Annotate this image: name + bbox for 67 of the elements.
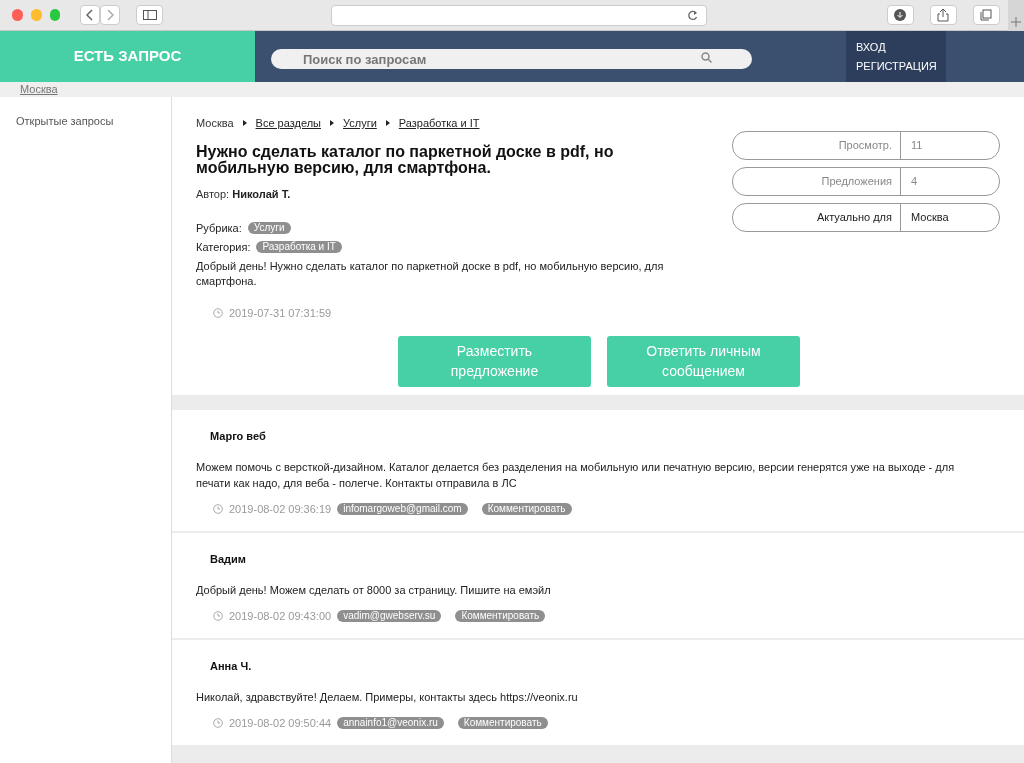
response-date: 2019-08-02 09:43:00	[229, 608, 332, 624]
request-date: 2019-07-31 07:31:59	[229, 306, 332, 321]
caret-icon	[330, 120, 334, 127]
author-name: Николай Т.	[232, 187, 291, 200]
email-tag[interactable]: vadim@gwebserv.su	[337, 609, 442, 622]
rubric-tag[interactable]: Услуги	[247, 222, 291, 235]
minimize-window-icon[interactable]	[30, 9, 42, 21]
email-tag[interactable]: infomargoweb@gmail.com	[337, 502, 468, 515]
chevron-left-icon	[86, 9, 95, 21]
category-label: Категория:	[196, 239, 251, 255]
reload-icon[interactable]	[686, 9, 698, 21]
clock-icon	[213, 717, 223, 728]
share-button[interactable]	[929, 5, 957, 25]
sidebar-item[interactable]: Открытые запросы	[16, 113, 171, 130]
back-button[interactable]	[80, 5, 101, 25]
response-text: Добрый день! Можем сделать от 8000 за страницу. Пишите на емэйл	[196, 582, 552, 598]
stat-value: Москва	[911, 210, 949, 226]
rubric-label: Рубрика:	[196, 221, 242, 236]
breadcrumb-link[interactable]: Разработка и IT	[398, 115, 480, 132]
action-button[interactable]: Разместить предложение	[398, 335, 591, 387]
search-icon[interactable]	[701, 51, 712, 63]
tabs-button[interactable]	[972, 5, 1000, 25]
tabs-icon	[980, 9, 993, 21]
new-tab-button[interactable]	[1007, 0, 1024, 31]
caret-icon	[385, 120, 390, 127]
stat-value: 11	[911, 138, 923, 154]
response-author: Марго веб	[210, 429, 267, 444]
maximize-window-icon[interactable]	[49, 9, 61, 21]
response-text: Николай, здравствуйте! Делаем. Примеры, контакты здесь https://veonix.ru	[196, 689, 579, 705]
stat-label: Просмотр.	[838, 138, 892, 154]
breadcrumb-item: Москва	[196, 116, 234, 131]
sidebar-icon	[142, 10, 157, 20]
stat-label: Актуально для	[816, 210, 892, 226]
comment-tag[interactable]: Комментировать	[455, 609, 546, 622]
response-date: 2019-08-02 09:36:19	[229, 501, 332, 517]
stat-label: Предложения	[821, 174, 892, 190]
clock-icon	[213, 610, 223, 621]
forward-button[interactable]	[100, 5, 121, 25]
comment-tag[interactable]: Комментировать	[457, 716, 548, 729]
clock-icon	[213, 308, 223, 319]
clock-icon	[213, 503, 223, 514]
email-tag[interactable]: annainfo1@veonix.ru	[337, 716, 444, 729]
breadcrumb-link[interactable]: Услуги	[343, 115, 377, 132]
share-icon	[937, 8, 950, 22]
request-title: Нужно сделать каталог по паркетной доске в pdf, но мобильную версию, для смартфона.	[196, 143, 615, 176]
site-logo[interactable]: ЕСТЬ ЗАПРОС	[0, 31, 255, 82]
response-author: Вадим	[210, 552, 247, 567]
auth-link[interactable]: РЕГИСТРАЦИЯ	[856, 59, 946, 73]
chevron-right-icon	[106, 9, 115, 21]
request-text: Добрый день! Нужно сделать каталог по паркетной доске в pdf, но мобильную версию, для смартфона.	[196, 259, 665, 289]
plus-icon	[1010, 16, 1021, 27]
search-field[interactable]: Поиск по запросам	[271, 49, 752, 69]
breadcrumb-link[interactable]: Все разделы	[255, 115, 321, 132]
response-date: 2019-08-02 09:50:44	[229, 715, 332, 731]
author-label: Автор:	[196, 187, 230, 200]
sidebar-toggle-button[interactable]	[136, 5, 164, 25]
action-button[interactable]: Ответить личным сообщением	[607, 335, 800, 387]
downloads-button[interactable]	[886, 5, 914, 25]
response-author: Анна Ч.	[210, 659, 253, 674]
auth-link[interactable]: ВХОД	[856, 40, 946, 54]
comment-tag[interactable]: Комментировать	[481, 502, 572, 515]
response-text: Можем помочь с версткой-дизайном. Каталог делается без разделения на мобильную или печатную версию, версии генерятся уже на выходе - для печати как надо, для веба - полегче. Контакты отправила в ЛС	[196, 459, 956, 491]
download-icon	[894, 9, 907, 21]
caret-icon	[242, 120, 247, 127]
category-tag[interactable]: Разработка и IT	[256, 240, 342, 253]
stat-value: 4	[911, 174, 918, 190]
close-window-icon[interactable]	[12, 9, 23, 21]
